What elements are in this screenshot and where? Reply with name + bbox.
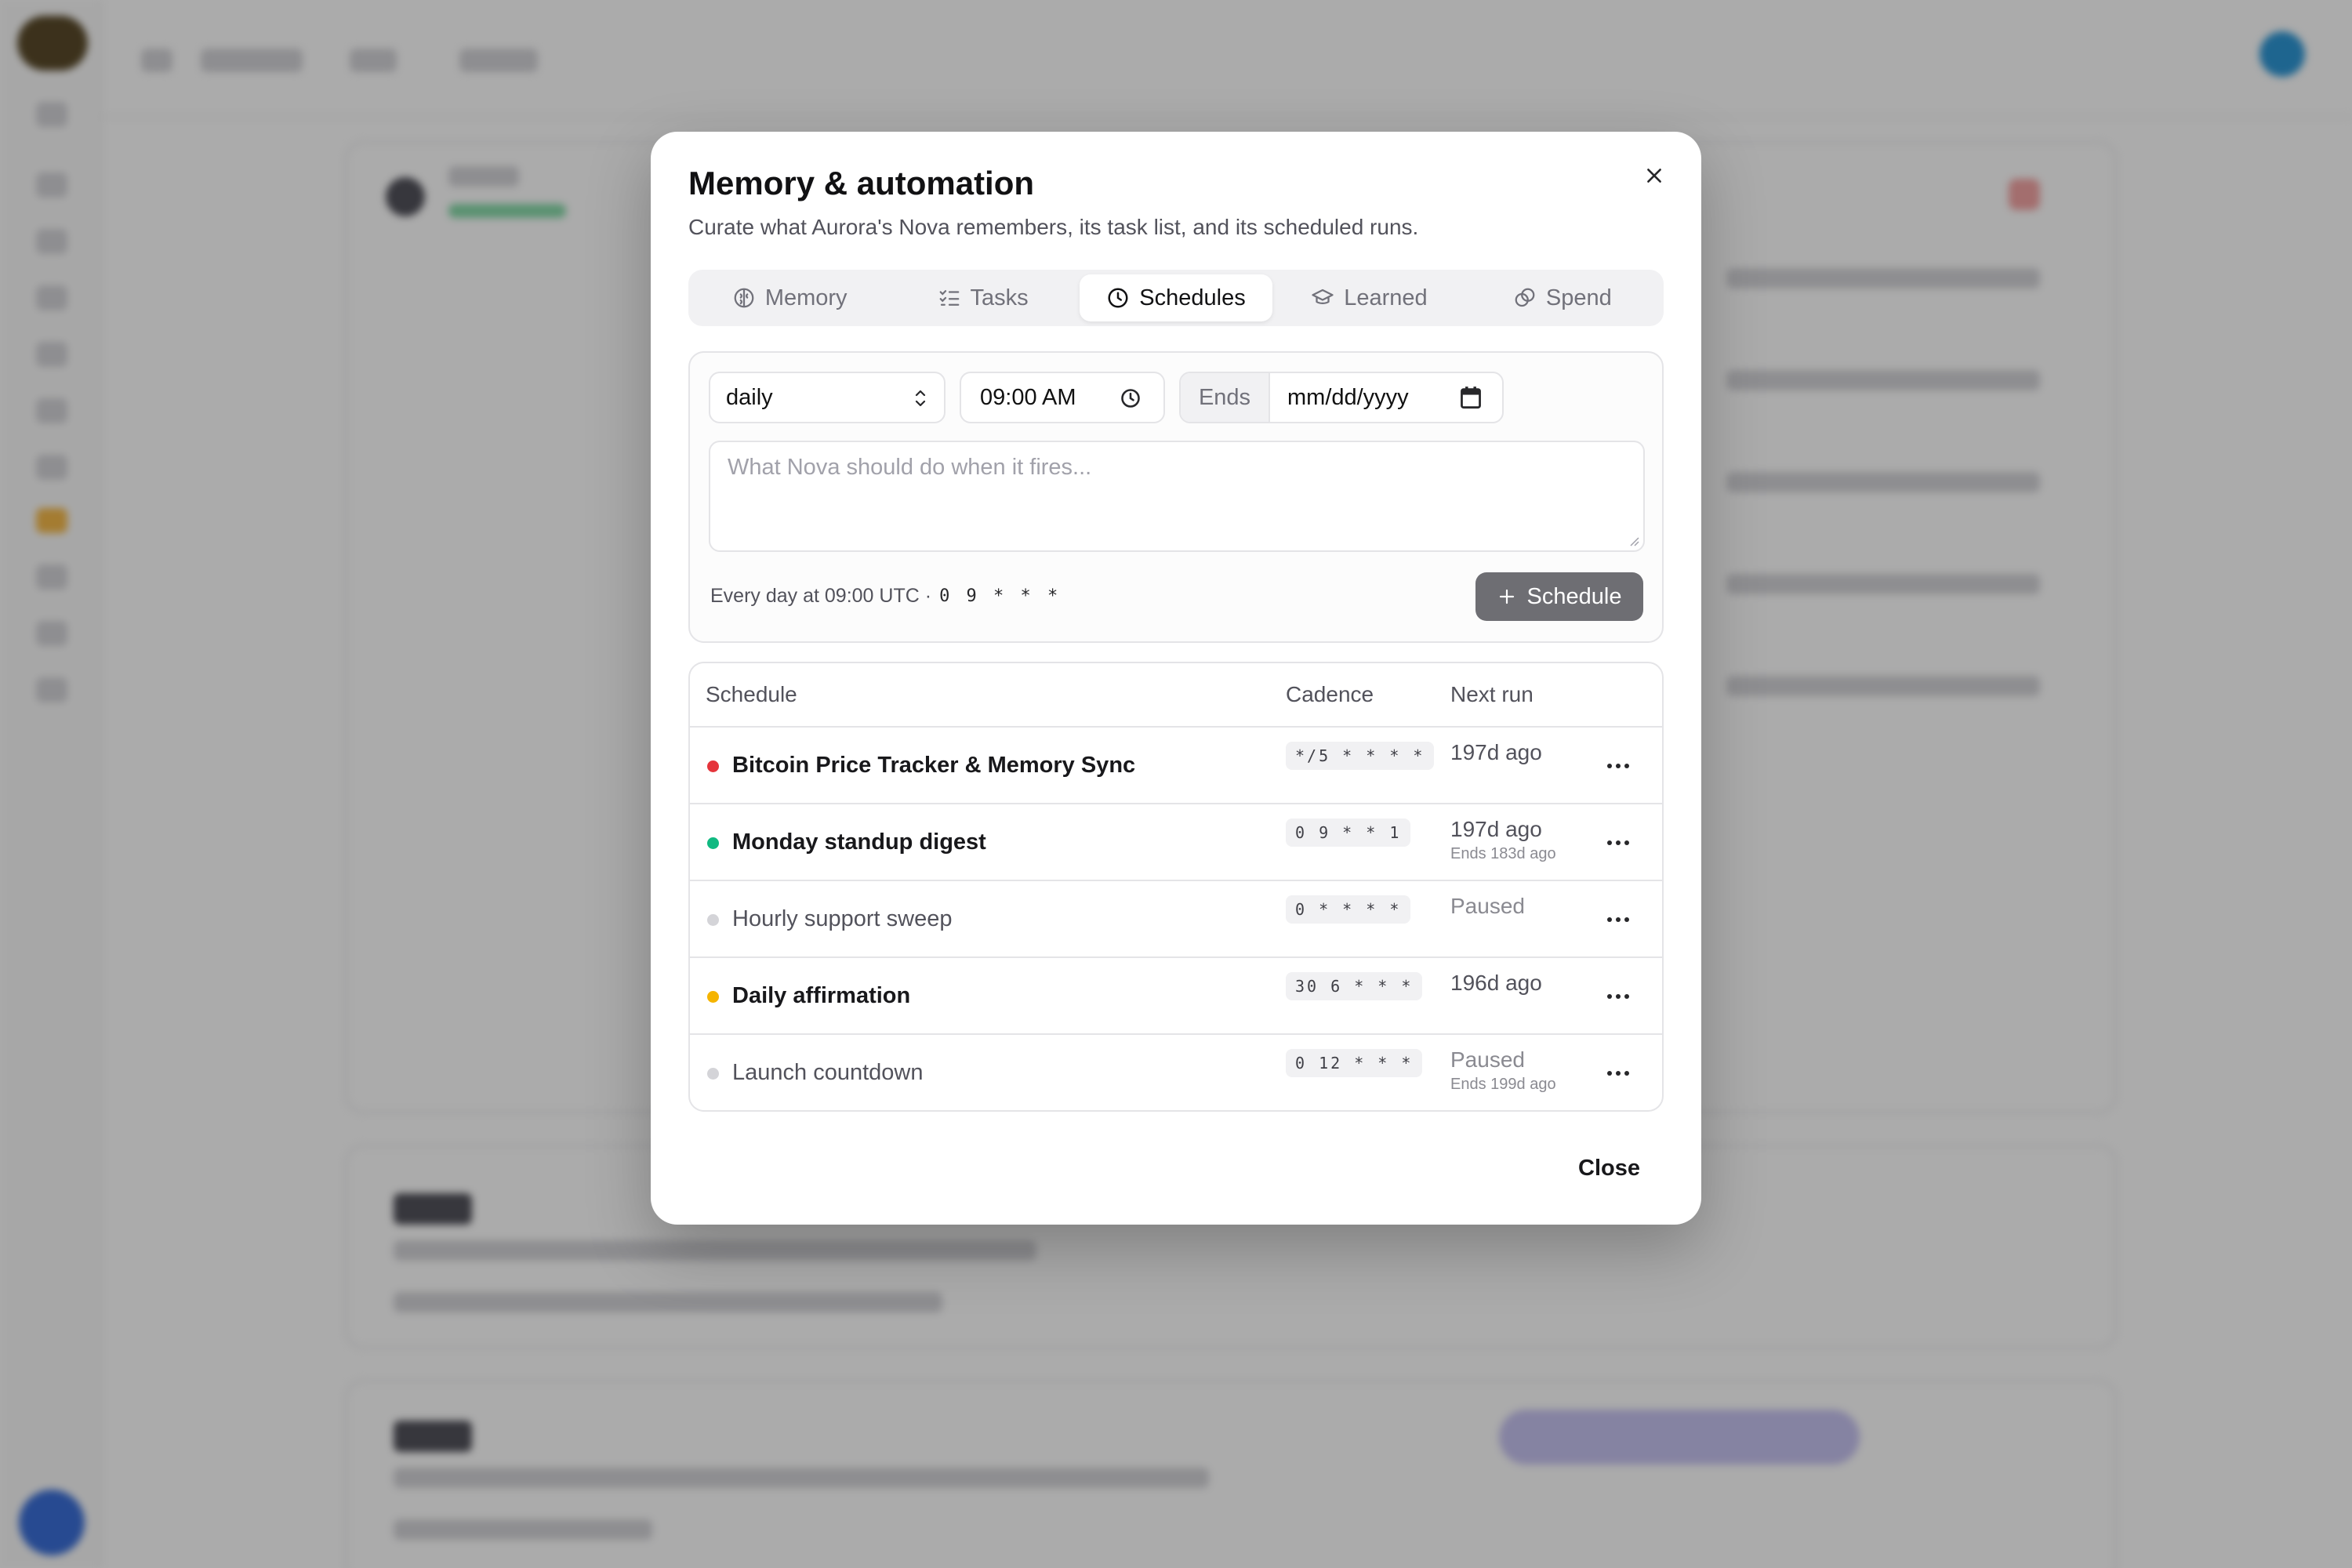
header-cadence: Cadence — [1286, 682, 1374, 706]
end-date-field: Ends mm/dd/yyyy — [1179, 372, 1504, 423]
next-run: Paused — [1450, 1047, 1525, 1072]
row-menu-icon[interactable] — [1601, 831, 1635, 855]
next-run: 197d ago — [1450, 740, 1542, 764]
tab-spend[interactable]: Spend — [1466, 274, 1659, 321]
schedule-name: Daily affirmation — [732, 983, 911, 1008]
coins-icon — [1515, 288, 1535, 307]
table-header: Schedule Cadence Next run — [690, 663, 1662, 728]
add-schedule-button[interactable]: Schedule — [1475, 572, 1643, 621]
close-icon[interactable] — [1631, 152, 1678, 199]
frequency-value: daily — [726, 384, 773, 410]
new-schedule-form: daily 09:00 AM Ends mm/dd/yyyy What Nova… — [688, 351, 1664, 643]
table-body: Bitcoin Price Tracker & Memory Sync */5 *… — [690, 728, 1662, 1110]
calendar-icon[interactable] — [1460, 386, 1482, 409]
end-note: Ends 183d ago — [1450, 845, 1556, 862]
header-schedule: Schedule — [706, 682, 797, 706]
tab-label: Schedules — [1139, 285, 1246, 310]
status-dot — [707, 1068, 719, 1080]
plus-icon — [1499, 589, 1514, 604]
header-next-run: Next run — [1450, 682, 1534, 706]
tab-list: Memory Tasks Schedules Learned Spend — [688, 270, 1664, 326]
status-dot — [707, 991, 719, 1003]
prompt-textarea[interactable]: What Nova should do when it fires... — [709, 441, 1645, 552]
row-menu-icon[interactable] — [1601, 1062, 1635, 1085]
prompt-placeholder: What Nova should do when it fires... — [728, 455, 1092, 480]
schedule-name: Hourly support sweep — [732, 906, 953, 931]
summary-text: Every day at 09:00 UTC · — [710, 585, 932, 607]
end-note: Ends 199d ago — [1450, 1076, 1556, 1093]
end-date-input[interactable]: mm/dd/yyyy — [1270, 373, 1502, 422]
table-row[interactable]: Launch countdown 0 12 * * * Paused Ends 199… — [690, 1035, 1662, 1110]
schedule-name: Bitcoin Price Tracker & Memory Sync — [732, 753, 1136, 778]
chevron-up-down-icon — [915, 390, 926, 407]
tab-label: Memory — [764, 285, 848, 310]
tab-label: Tasks — [970, 285, 1029, 310]
tab-label: Spend — [1545, 285, 1612, 310]
status-dot — [707, 914, 719, 926]
table-row[interactable]: Hourly support sweep 0 * * * * Paused — [690, 881, 1662, 958]
cron-badge: 30 6 * * * — [1286, 972, 1423, 1000]
schedules-table: Schedule Cadence Next run Bitcoin Price … — [688, 662, 1664, 1112]
resize-handle-icon[interactable] — [1626, 533, 1640, 547]
close-button[interactable]: Close — [1573, 1149, 1645, 1188]
next-run: 197d ago — [1450, 817, 1542, 841]
cron-badge: */5 * * * * — [1286, 742, 1435, 770]
row-menu-icon[interactable] — [1601, 985, 1635, 1008]
row-menu-icon[interactable] — [1601, 908, 1635, 931]
ends-label: Ends — [1181, 373, 1270, 422]
table-row[interactable]: Monday standup digest 0 9 * * 1 197d ago En… — [690, 804, 1662, 881]
cron-badge: 0 * * * * — [1286, 895, 1411, 924]
clock-icon[interactable] — [1120, 387, 1142, 409]
schedule-name: Monday standup digest — [732, 829, 986, 855]
end-date-placeholder: mm/dd/yyyy — [1287, 384, 1409, 410]
tab-schedules[interactable]: Schedules — [1079, 274, 1273, 321]
row-menu-icon[interactable] — [1601, 754, 1635, 778]
cron-badge: 0 12 * * * — [1286, 1049, 1423, 1077]
next-run: 196d ago — [1450, 971, 1542, 995]
tab-label: Learned — [1344, 285, 1428, 310]
brain-icon — [734, 288, 754, 308]
add-schedule-label: Schedule — [1526, 583, 1622, 609]
table-row[interactable]: Bitcoin Price Tracker & Memory Sync */5 *… — [690, 728, 1662, 804]
clock-icon — [1108, 288, 1128, 308]
tab-tasks[interactable]: Tasks — [886, 274, 1079, 321]
summary-cron: 0 9 * * * — [939, 586, 1062, 606]
list-checks-icon — [939, 290, 959, 306]
time-input[interactable]: 09:00 AM — [960, 372, 1165, 423]
status-dot — [707, 837, 719, 849]
schedule-summary: Every day at 09:00 UTC · 0 9 * * * — [710, 585, 1061, 608]
frequency-select[interactable]: daily — [709, 372, 946, 423]
cron-badge: 0 9 * * 1 — [1286, 818, 1411, 847]
time-value: 09:00 AM — [980, 384, 1076, 410]
memory-automation-dialog: Memory & automation Curate what Aurora's… — [651, 132, 1701, 1225]
dialog-title: Memory & automation — [688, 165, 1035, 201]
graduation-cap-icon — [1312, 289, 1334, 304]
next-run: Paused — [1450, 894, 1525, 918]
tab-memory[interactable]: Memory — [693, 274, 886, 321]
status-dot — [707, 760, 719, 772]
schedule-name: Launch countdown — [732, 1060, 924, 1085]
table-row[interactable]: Daily affirmation 30 6 * * * 196d ago — [690, 958, 1662, 1035]
dialog-description: Curate what Aurora's Nova remembers, its… — [688, 215, 1419, 239]
tab-learned[interactable]: Learned — [1272, 274, 1465, 321]
